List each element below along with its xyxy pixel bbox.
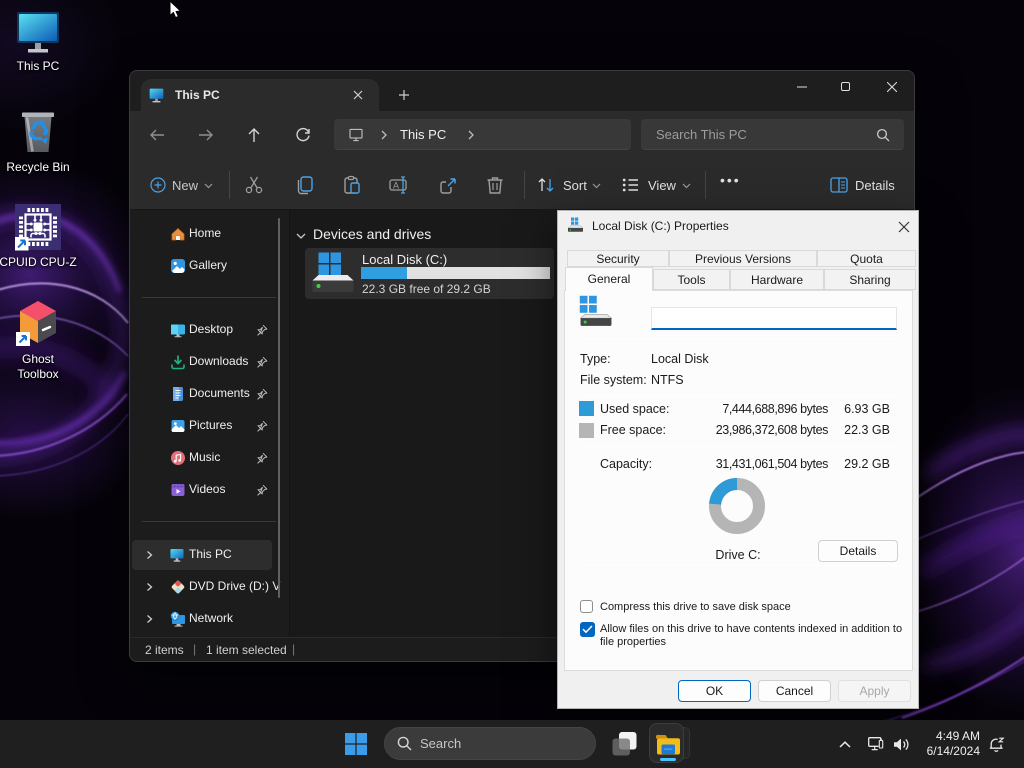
svg-text:A: A xyxy=(393,181,399,191)
